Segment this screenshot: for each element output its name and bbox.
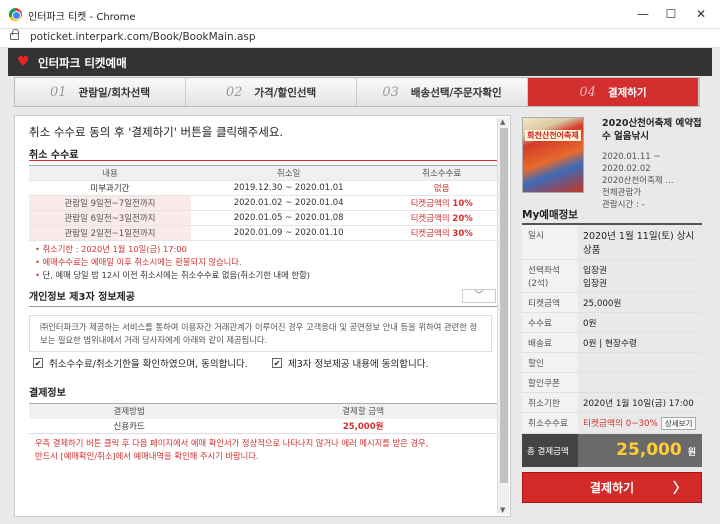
checkbox-icon: ✔ (33, 358, 43, 368)
detail-view-button[interactable]: 상세보기 (660, 417, 697, 430)
scroll-down-icon: ▼ (500, 506, 506, 514)
note-item: 예매수수료는 예매일 이후 취소시에는 환불되지 않습니다. (35, 256, 310, 269)
step-3: 03 배송선택/주문자확인 (357, 78, 528, 106)
table-row: 관람일 2일전~1일전까지 2020.01.09 ~ 2020.01.10 티켓금액… (29, 225, 497, 241)
my-booking-title: My예매정보 (522, 209, 578, 221)
total-value: 25,000 (616, 440, 682, 460)
note-item: 취소기한 : 2020년 1월 10일(금) 17:00 (35, 243, 310, 256)
divider (29, 306, 497, 307)
agree-cancel-checkbox[interactable]: ✔ 취소수수료/취소기한을 확인하였으며, 동의합니다. (33, 356, 248, 370)
intro-text: 취소 수수료 동의 후 '결제하기' 버튼을 클릭해주세요. (29, 125, 284, 139)
table-row: 관람일 9일전~7일전까지 2020.01.02 ~ 2020.01.04 티켓금액… (29, 195, 497, 211)
step-number: 01 (49, 84, 67, 100)
pay-button[interactable]: 결제하기 〉 (522, 472, 702, 503)
warning-line: 우측 결제하기 버튼 클릭 후 다음 페이지에서 예매 확인서가 정상적으로 나… (35, 438, 429, 448)
cancel-fee-title: 취소 수수료 (29, 150, 79, 161)
step-number: 03 (382, 84, 399, 100)
step-number: 02 (225, 84, 243, 100)
step-1: 01 관람일/회차선택 (15, 78, 186, 106)
brand-title: 인터파크 티켓예매 (38, 56, 127, 70)
col-header: 결제할 금액 (229, 403, 497, 419)
my-booking-table: 일시 2020년 1월 11일(토) 상시상품 선택좌석 (2석) 입장권 입장권 … (522, 223, 702, 434)
address-bar[interactable]: poticket.interpark.com/Book/BookMain.asp (0, 29, 720, 48)
table-row: 미부과기간 2019.12.30 ~ 2020.01.01 없음 (29, 180, 497, 196)
step-2: 02 가격/할인선택 (186, 78, 357, 106)
payment-info-title: 결제정보 (29, 388, 66, 399)
window-titlebar: 인터파크 티켓 - Chrome — ☐ ✕ (0, 0, 720, 29)
chevron-right-icon: 〉 (673, 480, 687, 497)
heart-logo-icon: ♥ (17, 54, 30, 70)
warning-line: 반드시 [예매확인/취소]에서 예매내역을 확인해 주시기 바랍니다. (35, 451, 259, 461)
col-header: 취소수수료 (386, 165, 497, 181)
checkbox-label: 취소수수료/취소기한을 확인하였으며, 동의합니다. (49, 359, 248, 370)
scrollbar[interactable]: ▲ ▼ (497, 118, 509, 514)
col-header: 취소일 (190, 165, 387, 181)
privacy-text-box[interactable]: ㈜인터파크가 제공하는 서비스를 통하여 이용자간 거래관계가 이루어진 경우 … (29, 315, 492, 352)
info-row: 취소수수료 티켓금액의 0~30% 상세보기 (522, 413, 702, 434)
info-row: 선택좌석 (2석) 입장권 입장권 (522, 260, 702, 293)
close-button[interactable]: ✕ (690, 4, 712, 24)
booking-steps: 01 관람일/회차선택 02 가격/할인선택 03 배송선택/주문자확인 04 결제하기 (14, 77, 700, 107)
divider (29, 160, 497, 161)
step-number: 04 (579, 84, 596, 100)
event-info: 2020.01.11 ~2020.02.02 2020산천어축제 ... 전체관람가… (602, 152, 674, 210)
site-header: ♥ 인터파크 티켓예매 (8, 48, 712, 76)
info-row: 일시 2020년 1월 11일(토) 상시상품 (522, 225, 702, 260)
url-text[interactable]: poticket.interpark.com/Book/BookMain.asp (30, 31, 256, 43)
step-label: 관람일/회차선택 (78, 86, 150, 99)
info-row: 수수료 0원 (522, 313, 702, 333)
checkbox-icon: ✔ (272, 358, 282, 368)
col-header: 결제방법 (29, 403, 230, 419)
booking-summary-panel: 화천산천어축제 2020산천어축제 예약접수 얼음낚시 2020.01.11 ~… (518, 115, 704, 517)
step-label: 결제하기 (607, 86, 647, 99)
event-poster: 화천산천어축제 (522, 117, 584, 193)
table-row: 신용카드 25,000원 (29, 418, 497, 434)
info-row: 취소기한 2020년 1월 10일(금) 17:00 (522, 393, 702, 413)
event-title: 2020산천어축제 예약접수 얼음낚시 (602, 118, 702, 142)
step-4-active: 04 결제하기 (528, 78, 699, 106)
step-label: 가격/할인선택 (254, 86, 317, 99)
lock-icon (10, 29, 19, 40)
info-row: 배송료 0원 | 현장수령 (522, 333, 702, 353)
step-label: 배송선택/주문자확인 (410, 86, 502, 99)
minimize-button[interactable]: — (632, 4, 654, 24)
privacy-expand-button[interactable]: ﹀ (462, 289, 496, 303)
cancel-fee-table: 내용 취소일 취소수수료 미부과기간 2019.12.30 ~ 2020.01.01 없… (29, 165, 497, 241)
agree-privacy-checkbox[interactable]: ✔ 제3자 정보제공 내용에 동의합니다. (272, 356, 428, 370)
payment-main-panel: 취소 수수료 동의 후 '결제하기' 버튼을 클릭해주세요. 취소 수수료 내용… (14, 115, 511, 517)
total-unit: 원 (687, 448, 696, 458)
total-amount: 총 결제금액 25,000 원 (522, 434, 702, 467)
cancel-notes: 취소기한 : 2020년 1월 10일(금) 17:00 예매수수료는 예매일 … (35, 243, 310, 282)
scrollbar-thumb[interactable] (500, 128, 508, 483)
total-label: 총 결제금액 (527, 446, 569, 457)
col-header: 내용 (29, 165, 191, 181)
payment-warning: 우측 결제하기 버튼 클릭 후 다음 페이지에서 예매 확인서가 정상적으로 나… (35, 437, 428, 463)
pay-button-label: 결제하기 (589, 481, 635, 495)
info-row: 티켓금액 25,000원 (522, 293, 702, 313)
privacy-title: 개인정보 제3자 정보제공 (29, 292, 135, 303)
scroll-up-icon: ▲ (500, 118, 506, 126)
window-title: 인터파크 티켓 - Chrome (28, 12, 136, 23)
info-row: 할인 (522, 353, 702, 373)
poster-caption: 화천산천어축제 (525, 130, 581, 141)
checkbox-label: 제3자 정보제공 내용에 동의합니다. (288, 359, 429, 370)
chrome-icon (9, 8, 22, 21)
maximize-button[interactable]: ☐ (660, 4, 682, 24)
payment-info-table: 결제방법 결제할 금액 신용카드 25,000원 (29, 403, 497, 434)
note-item: 단, 예매 당일 밤 12시 이전 취소시에는 취소수수료 없음(취소기한 내에… (35, 269, 310, 282)
table-row: 관람일 6일전~3일전까지 2020.01.05 ~ 2020.01.08 티켓금액… (29, 210, 497, 226)
info-row: 할인쿠폰 (522, 373, 702, 393)
